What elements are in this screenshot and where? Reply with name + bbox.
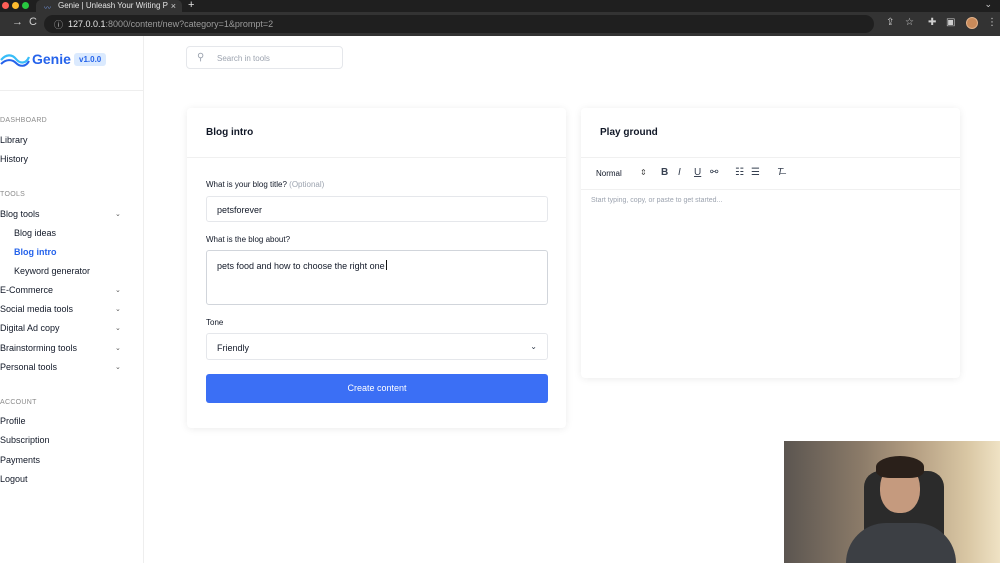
browser-tab[interactable]: 〰 Genie | Unleash Your Writing P × <box>36 0 182 12</box>
section-account: ACCOUNT <box>0 399 37 406</box>
sidebar-item-profile[interactable]: Profile <box>0 416 26 426</box>
sidebar-item-blog-intro[interactable]: Blog intro <box>14 247 57 257</box>
back-arrow-icon[interactable]: → <box>12 16 23 28</box>
browser-tab-title: Genie | Unleash Your Writing P <box>58 1 168 10</box>
sidebar-item-blog-tools[interactable]: Blog tools <box>0 209 40 219</box>
share-icon[interactable]: ⇪ <box>886 17 894 28</box>
section-tools: TOOLS <box>0 191 26 198</box>
create-content-button[interactable]: Create content <box>206 374 548 403</box>
tool-search: ⚲ <box>186 46 343 69</box>
site-info-icon[interactable]: ⓘ <box>54 18 63 31</box>
bold-icon[interactable]: B <box>661 167 668 178</box>
blog-title-input[interactable]: petsforever <box>206 196 548 222</box>
optional-hint: (Optional) <box>289 180 325 189</box>
section-dashboard: DASHBOARD <box>0 117 48 124</box>
chevron-down-icon[interactable]: ⌄ <box>115 344 121 352</box>
chevron-down-icon[interactable]: ⌄ <box>115 324 121 332</box>
webcam-person-hair <box>876 456 924 478</box>
profile-avatar-icon[interactable] <box>966 17 978 29</box>
webcam-overlay <box>784 441 1000 563</box>
app-brand-name: Genie <box>32 51 71 67</box>
genie-favicon-icon: 〰 <box>44 5 51 12</box>
blog-about-textarea[interactable]: pets food and how to choose the right on… <box>206 250 548 305</box>
tone-select[interactable]: Friendly ⌄ <box>206 333 548 360</box>
tab-close-icon[interactable]: × <box>171 0 176 12</box>
reload-icon[interactable]: C <box>29 16 37 28</box>
tone-value: Friendly <box>217 343 250 353</box>
underline-icon[interactable]: U <box>694 167 701 178</box>
sidebar-item-payments[interactable]: Payments <box>0 455 40 465</box>
card-title: Blog intro <box>206 127 254 138</box>
text-caret <box>385 260 387 270</box>
sidebar-divider <box>0 90 144 91</box>
card-title: Play ground <box>600 127 658 138</box>
sidebar-panel-icon[interactable]: ▣ <box>946 17 955 28</box>
blog-title-label: What is your blog title? (Optional) <box>206 180 324 189</box>
playground-card: Play ground Normal ⇕ B I U ⚯ ☷ ☰ T̶ Star… <box>581 108 960 378</box>
extensions-puzzle-icon[interactable]: ✚ <box>928 17 936 28</box>
sidebar-item-subscription[interactable]: Subscription <box>0 435 50 445</box>
sidebar-item-social-media-tools[interactable]: Social media tools <box>0 304 73 314</box>
link-icon[interactable]: ⚯ <box>710 167 718 178</box>
card-header: Play ground <box>581 108 960 158</box>
sidebar-item-personal-tools[interactable]: Personal tools <box>0 362 57 372</box>
address-bar[interactable]: ⓘ 127.0.0.1:8000/content/new?category=1&… <box>44 15 874 33</box>
sidebar-item-library[interactable]: Library <box>0 135 28 145</box>
search-input[interactable] <box>217 51 337 65</box>
chevron-down-icon[interactable]: ⌄ <box>115 286 121 294</box>
clear-format-icon[interactable]: T̶ <box>777 167 783 178</box>
url-host: 127.0.0.1 <box>68 19 106 29</box>
window-minimize-dot[interactable] <box>12 2 19 9</box>
blog-about-value: pets food and how to choose the right on… <box>217 260 387 271</box>
browser-tab-bar: 〰 Genie | Unleash Your Writing P × + ⌄ <box>0 0 1000 12</box>
window-close-dot[interactable] <box>2 2 9 9</box>
ordered-list-icon[interactable]: ☷ <box>735 167 744 178</box>
sidebar-item-keyword-generator[interactable]: Keyword generator <box>14 266 90 276</box>
new-tab-button[interactable]: + <box>188 0 194 11</box>
tab-menu-chevron-icon[interactable]: ⌄ <box>984 0 992 10</box>
sidebar-item-digital-ad-copy[interactable]: Digital Ad copy <box>0 323 60 333</box>
format-updown-icon[interactable]: ⇕ <box>640 168 647 177</box>
format-select[interactable]: Normal <box>596 169 622 178</box>
bookmark-star-icon[interactable]: ☆ <box>905 17 914 28</box>
blog-about-text: pets food and how to choose the right on… <box>217 261 385 271</box>
genie-wave-icon <box>0 54 30 67</box>
card-header: Blog intro <box>187 108 566 158</box>
version-badge: v1.0.0 <box>74 53 107 66</box>
blog-intro-card: Blog intro What is your blog title? (Opt… <box>187 108 566 428</box>
chevron-down-icon: ⌄ <box>530 342 537 351</box>
chevron-down-icon[interactable]: ⌄ <box>115 305 121 313</box>
blog-title-value: petsforever <box>217 205 263 215</box>
blog-title-label-text: What is your blog title? <box>206 180 287 189</box>
url-path: :8000/content/new?category=1&prompt=2 <box>105 19 274 29</box>
chevron-down-icon[interactable]: ⌄ <box>115 363 121 371</box>
sidebar-item-blog-ideas[interactable]: Blog ideas <box>14 228 56 238</box>
search-icon: ⚲ <box>197 52 205 63</box>
chevron-down-icon[interactable]: ⌄ <box>115 210 121 218</box>
sidebar-item-ecommerce[interactable]: E-Commerce <box>0 285 53 295</box>
italic-icon[interactable]: I <box>678 167 681 178</box>
browser-menu-icon[interactable]: ⋮ <box>987 17 997 28</box>
sidebar-item-brainstorming-tools[interactable]: Brainstorming tools <box>0 343 77 353</box>
blog-about-label: What is the blog about? <box>206 235 291 244</box>
address-url: 127.0.0.1:8000/content/new?category=1&pr… <box>68 19 273 29</box>
editor-toolbar: Normal ⇕ B I U ⚯ ☷ ☰ T̶ <box>581 158 960 190</box>
tone-label: Tone <box>206 318 224 327</box>
sidebar-item-history[interactable]: History <box>0 154 28 164</box>
editor-placeholder[interactable]: Start typing, copy, or paste to get star… <box>591 197 722 204</box>
window-zoom-dot[interactable] <box>22 2 29 9</box>
bullet-list-icon[interactable]: ☰ <box>751 167 760 178</box>
browser-toolbar: → C ⓘ 127.0.0.1:8000/content/new?categor… <box>0 12 1000 36</box>
sidebar-item-logout[interactable]: Logout <box>0 474 28 484</box>
